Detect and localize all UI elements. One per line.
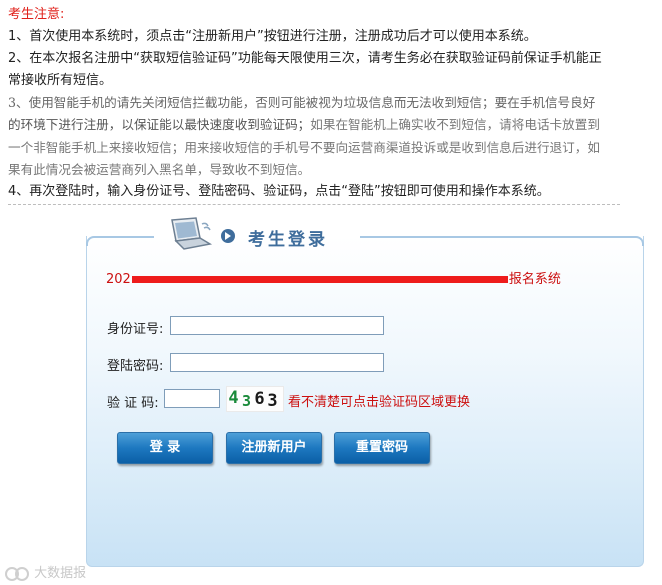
notice-line-3d: 果有此情况会被运营商列入黑名单，导致收不到短信。 <box>8 162 311 177</box>
captcha-refresh-hint[interactable]: 看不清楚可点击验证码区域更换 <box>288 391 470 410</box>
watermark-text: 大数据报 <box>34 566 87 581</box>
login-button[interactable]: 登 录 <box>117 432 213 464</box>
register-button[interactable]: 注册新用户 <box>226 432 322 464</box>
captcha-char-4: 3 <box>267 391 278 411</box>
id-number-label: 身份证号: <box>107 322 164 337</box>
captcha-char-3: 6 <box>254 389 265 409</box>
system-title: 202 报名系统 <box>106 268 561 287</box>
watermark: 大数据报 <box>4 562 86 583</box>
notice-line-1: 1、首次使用本系统时，须点击“注册新用户”按钮进行注册，注册成功后才可以使用本系… <box>8 29 537 44</box>
laptop-icon <box>171 217 213 250</box>
panel-border-left <box>86 236 154 246</box>
system-title-suffix: 报名系统 <box>508 272 561 287</box>
login-title: 考生登录 <box>248 230 328 250</box>
password-label: 登陆密码: <box>107 359 164 374</box>
captcha-image[interactable]: 4363 <box>226 386 284 412</box>
watermark-logo-icon <box>5 566 29 581</box>
notice-title: 考生注意: <box>8 7 65 22</box>
notice-section: 考生注意: 1、首次使用本系统时，须点击“注册新用户”按钮进行注册，注册成功后才… <box>8 4 658 205</box>
captcha-char-1: 4 <box>228 388 239 408</box>
notice-line-3c: 一个非智能手机上来接收短信；用来接收短信的手机号不要向运营商渠道投诉或是收到信息… <box>8 140 600 155</box>
password-input[interactable] <box>170 353 384 372</box>
notice-line-3b-dark: 的环境下进行注册，以保证能以最快速度收到验证码； <box>8 117 311 132</box>
notice-line-4: 4、再次登陆时，输入身份证号、登陆密码、验证码，点击“登陆”按钮即可使用和操作本… <box>8 181 620 205</box>
notice-line-3b-gray: 如果在智能机上确实收不到短信，请将电话卡放置到 <box>310 117 600 132</box>
reset-password-button[interactable]: 重置密码 <box>334 432 430 464</box>
system-title-prefix: 202 <box>106 272 131 287</box>
captcha-input[interactable] <box>164 389 220 408</box>
panel-border-right <box>360 236 644 246</box>
notice-line-3b: 的环境下进行注册，以保证能以最快速度收到验证码；如果在智能机上确实收不到短信，请… <box>8 114 658 137</box>
notice-line-2a: 2、在本次报名注册中“获取短信验证码”功能每天限使用三次，请考生务必在获取验证码… <box>8 51 602 66</box>
notice-line-2b: 常接收所有短信。 <box>8 73 113 88</box>
captcha-label: 验 证 码: <box>107 396 159 411</box>
id-number-input[interactable] <box>170 316 384 335</box>
notice-line-3a: 3、使用智能手机的请先关闭短信拦截功能，否则可能被视为垃圾信息而无法收到短信；要… <box>8 95 596 110</box>
redaction-bar <box>131 276 508 283</box>
arrow-bullet-icon <box>221 229 235 243</box>
captcha-char-2: 3 <box>241 392 252 410</box>
